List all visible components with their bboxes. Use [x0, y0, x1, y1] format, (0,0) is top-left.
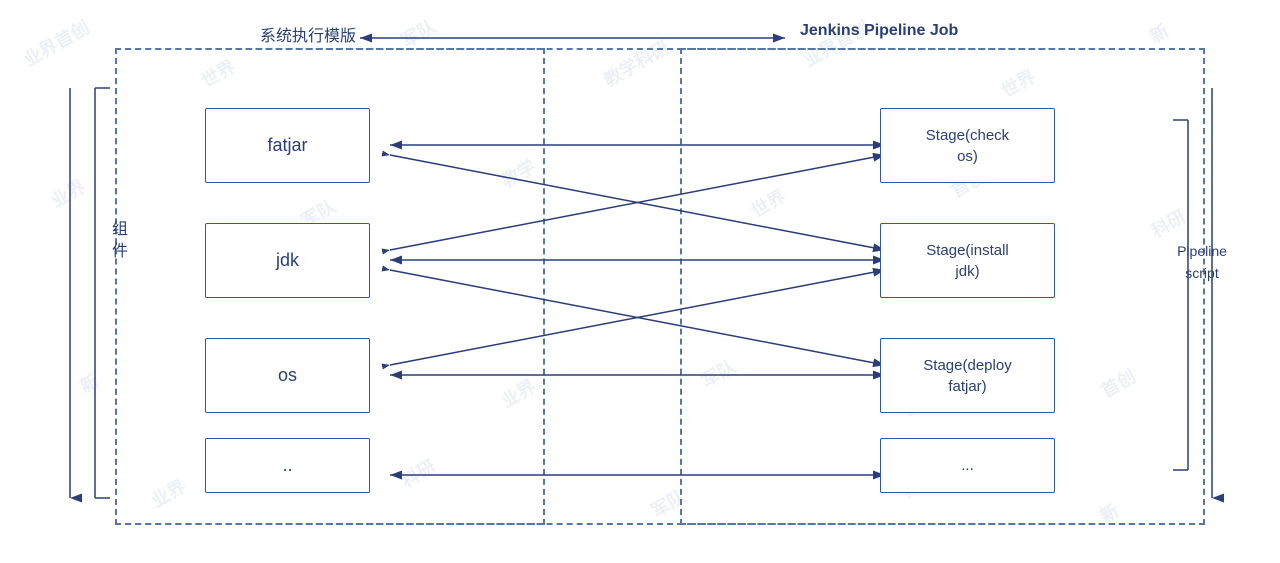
stage-box-install-jdk: Stage(installjdk): [880, 223, 1055, 298]
comp-box-dotdot: ..: [205, 438, 370, 493]
comp-box-jdk: jdk: [205, 223, 370, 298]
stage-box-deploy-fatjar: Stage(deployfatjar): [880, 338, 1055, 413]
right-section-label: Jenkins Pipeline Job: [800, 22, 958, 40]
diagram-container: 系统执行模版 Jenkins Pipeline Job 组件 Pipelines…: [40, 20, 1240, 543]
stage-box-ellipsis: ...: [880, 438, 1055, 493]
pipeline-script-label: Pipelinescript: [1172, 240, 1232, 285]
comp-box-os: os: [205, 338, 370, 413]
left-section-label: 系统执行模版: [260, 22, 356, 46]
stage-box-check-os: Stage(checkos): [880, 108, 1055, 183]
comp-box-fatjar: fatjar: [205, 108, 370, 183]
component-label: 组件: [105, 220, 129, 264]
